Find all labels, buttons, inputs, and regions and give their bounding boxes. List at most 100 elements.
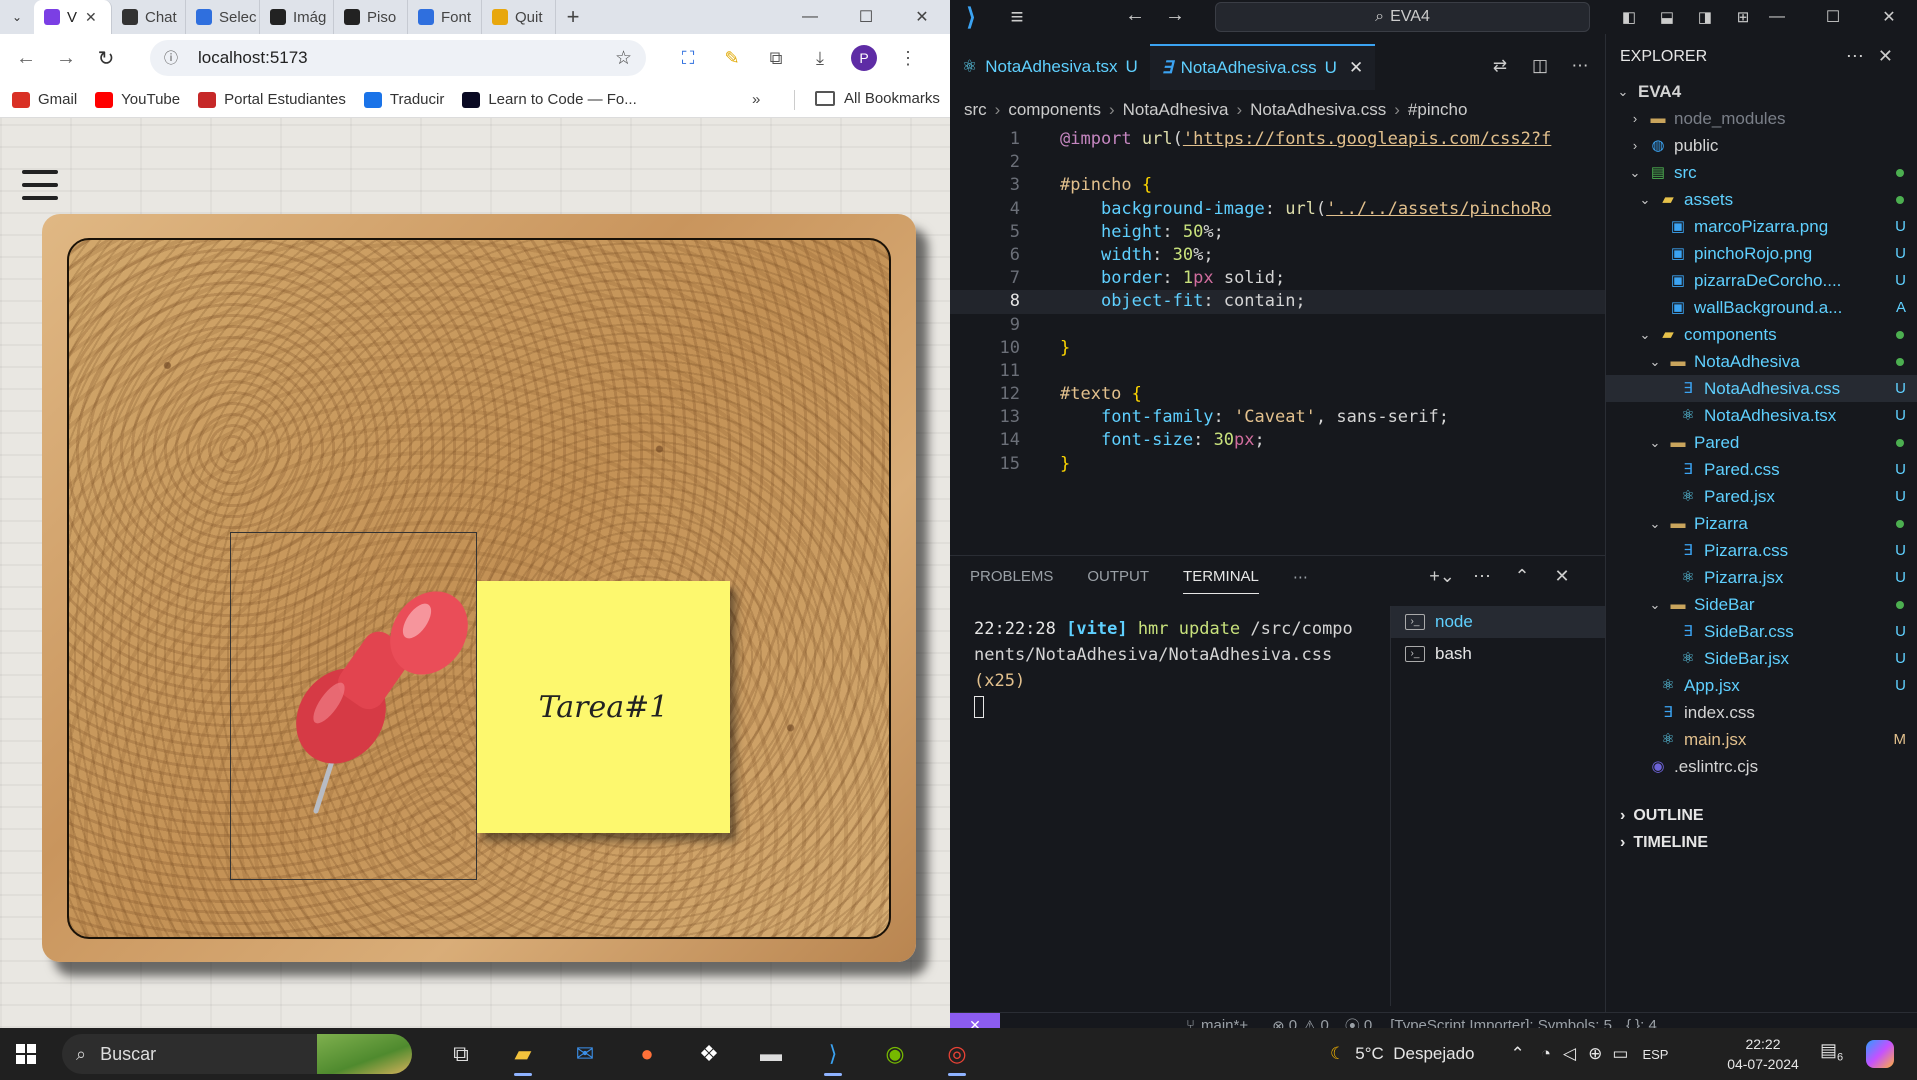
tree-item[interactable]: ⚛ NotaAdhesiva.tsx U [1606, 402, 1917, 429]
notifications-icon[interactable]: ▤6 [1820, 1040, 1843, 1064]
toggle-secondary-sidebar-icon[interactable]: ◨ [1686, 6, 1724, 28]
vscode-close-button[interactable]: ✕ [1861, 0, 1917, 34]
tree-item[interactable]: ⌄ ▰ components [1606, 321, 1917, 348]
tree-item[interactable]: › ◍ public [1606, 132, 1917, 159]
code-line[interactable]: 5 height: 50%; [950, 221, 1605, 244]
tree-item[interactable]: ◉ .eslintrc.cjs [1606, 753, 1917, 780]
code-line[interactable]: 2 [950, 151, 1605, 174]
breadcrumb-item[interactable]: components [1008, 100, 1101, 119]
code-line[interactable]: 4 background-image: url('../../assets/pi… [950, 198, 1605, 221]
tree-item[interactable]: ∃ NotaAdhesiva.css U [1606, 375, 1917, 402]
code-line[interactable]: 3 #pincho { [950, 174, 1605, 197]
workspace-root[interactable]: ⌄ EVA4 [1606, 78, 1917, 105]
bookmark-item[interactable]: Traducir [363, 91, 444, 108]
ports-count[interactable]: 0 [1364, 1017, 1372, 1028]
tree-item[interactable]: ⌄ ▰ assets [1606, 186, 1917, 213]
code-editor[interactable]: 1 @import url('https://fonts.googleapis.c… [950, 128, 1605, 548]
close-panel-icon[interactable]: ✕ [1542, 566, 1582, 587]
code-line[interactable]: 12 #texto { [950, 383, 1605, 406]
panel-tab[interactable]: OUTPUT [1087, 568, 1149, 594]
firefox-icon[interactable]: ● [616, 1032, 678, 1076]
terminal-instance[interactable]: ›_ bash [1391, 638, 1605, 670]
errors-count[interactable]: 0 [1289, 1017, 1297, 1028]
outline-section[interactable]: › OUTLINE [1620, 807, 1704, 825]
panel-tab[interactable]: PROBLEMS [970, 568, 1053, 594]
close-window-button[interactable]: ✕ [894, 0, 950, 34]
weather-text[interactable]: 5°C Despejado [1355, 1044, 1474, 1064]
tree-item[interactable]: ⌄ ▬ SideBar [1606, 591, 1917, 618]
breadcrumb-item[interactable]: src [964, 100, 987, 119]
browser-tab[interactable]: Quit [482, 0, 556, 34]
globe-icon[interactable]: ⊕ [1588, 1044, 1602, 1064]
brace-status[interactable]: {.}: 4 [1626, 1017, 1657, 1028]
tree-item[interactable]: ▣ pizarraDeCorcho.... U [1606, 267, 1917, 294]
menu-icon[interactable]: ≡ [992, 4, 1042, 30]
more-actions-icon[interactable]: ⋯ [1560, 56, 1600, 76]
code-line[interactable]: 6 width: 30%; [950, 244, 1605, 267]
address-bar[interactable]: ⓘ localhost:5173 ☆ [150, 40, 646, 76]
maximize-panel-icon[interactable]: ⌃ [1502, 566, 1542, 587]
volume-icon[interactable]: ◁ [1563, 1044, 1576, 1064]
chrome-icon[interactable]: ◎ [926, 1032, 988, 1076]
tree-item[interactable]: ⌄ ▤ src [1606, 159, 1917, 186]
more-bookmarks-icon[interactable]: » [752, 91, 760, 108]
clock[interactable]: 22:22 04-07-2024 [1718, 1034, 1808, 1074]
nvidia-icon[interactable]: ◉ [864, 1032, 926, 1076]
tree-item[interactable]: › ▬ node_modules [1606, 105, 1917, 132]
code-line[interactable]: 11 [950, 360, 1605, 383]
code-line[interactable]: 13 font-family: 'Caveat', sans-serif; [950, 406, 1605, 429]
hamburger-menu-icon[interactable] [22, 170, 58, 200]
code-line[interactable]: 15} [950, 453, 1605, 476]
downloads-icon[interactable]: ⤓ [798, 38, 842, 78]
sticky-note[interactable]: Tarea#1 [477, 581, 730, 833]
code-line[interactable]: 1 @import url('https://fonts.googleapis.c… [950, 128, 1605, 151]
tree-item[interactable]: ⚛ App.jsx U [1606, 672, 1917, 699]
browser-tab[interactable]: Font [408, 0, 482, 34]
copilot-icon[interactable] [1866, 1040, 1894, 1068]
tree-item[interactable]: ⚛ Pizarra.jsx U [1606, 564, 1917, 591]
tree-item[interactable]: ⚛ Pared.jsx U [1606, 483, 1917, 510]
back-button[interactable]: ← [6, 38, 46, 78]
profile-avatar[interactable]: P [851, 45, 877, 71]
more-menu-icon[interactable]: ⋮ [886, 38, 930, 78]
battery-icon[interactable]: ▭ [1612, 1044, 1628, 1064]
maximize-button[interactable]: ☐ [838, 0, 894, 34]
close-tab-icon[interactable]: ✕ [1349, 58, 1363, 78]
mail-icon[interactable]: ✉ [554, 1032, 616, 1076]
windows-start-button[interactable] [0, 1028, 52, 1080]
tree-item[interactable]: ▣ marcoPizarra.png U [1606, 213, 1917, 240]
taskbar-search[interactable]: ⌕ Buscar [62, 1034, 412, 1074]
browser-tab[interactable]: Chat [112, 0, 186, 34]
extension-pencil-icon[interactable]: ✎ [710, 38, 754, 78]
site-info-icon[interactable]: ⓘ [164, 48, 184, 68]
new-tab-button[interactable]: + [556, 4, 590, 30]
tree-item[interactable]: ∃ Pizarra.css U [1606, 537, 1917, 564]
code-line[interactable]: 8 object-fit: contain; [950, 290, 1605, 314]
vscode-taskbar-icon[interactable]: ⟩ [802, 1032, 864, 1076]
split-editor-icon[interactable]: ◫ [1520, 56, 1560, 76]
editor-tab[interactable]: ∃ NotaAdhesiva.css U ✕ [1149, 44, 1376, 90]
bookmark-item[interactable]: Gmail [12, 91, 77, 108]
forward-button[interactable]: → [46, 38, 86, 78]
language-indicator[interactable]: ESP [1642, 1047, 1668, 1062]
bookmark-item[interactable]: YouTube [95, 91, 180, 108]
tab-search-button[interactable]: ⌄ [0, 0, 34, 34]
tray-chevron-icon[interactable]: ⌃ [1511, 1044, 1525, 1064]
code-line[interactable]: 7 border: 1px solid; [950, 267, 1605, 290]
browser-tab[interactable]: Piso [334, 0, 408, 34]
all-bookmarks-button[interactable]: All Bookmarks [815, 90, 940, 107]
bookmark-item[interactable]: Learn to Code — Fo... [462, 91, 637, 108]
network-icon[interactable]: ◔ [1541, 1044, 1551, 1064]
vscode-minimize-button[interactable]: — [1749, 0, 1805, 34]
tree-item[interactable]: ⌄ ▬ Pizarra [1606, 510, 1917, 537]
ts-importer-status[interactable]: [TypeScript Importer]: Symbols: 5 [1390, 1017, 1612, 1028]
breadcrumb-item[interactable]: NotaAdhesiva [1123, 100, 1229, 119]
compare-changes-icon[interactable]: ⇄ [1480, 56, 1520, 76]
reload-button[interactable]: ↻ [86, 38, 126, 78]
screenshot-icon[interactable]: ⛶ [666, 38, 710, 78]
terminal-output[interactable]: 22:22:28 [vite] hmr update /src/componen… [974, 616, 1354, 720]
browser-tab[interactable]: V ✕ [34, 0, 112, 34]
tree-item[interactable]: ⌄ ▬ NotaAdhesiva [1606, 348, 1917, 375]
branch-label[interactable]: main*+ [1201, 1017, 1248, 1028]
terminal-instance[interactable]: ›_ node [1391, 606, 1605, 638]
